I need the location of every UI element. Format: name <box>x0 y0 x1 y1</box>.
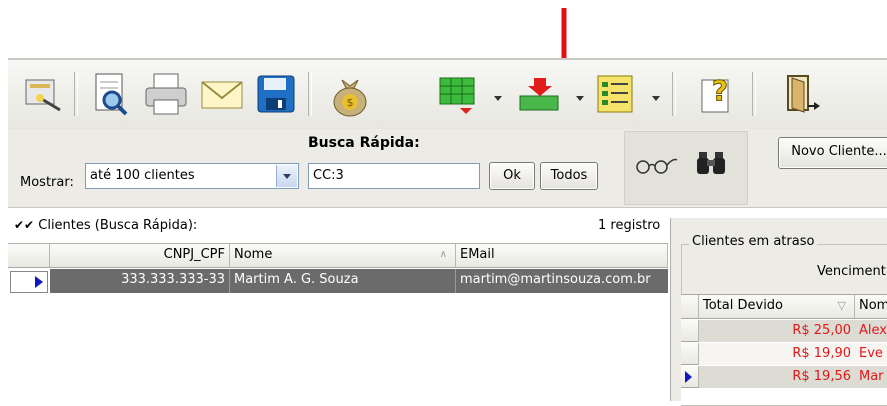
all-button[interactable]: Todos <box>540 162 598 190</box>
overdue-title: Clientes em atraso <box>689 234 818 249</box>
show-select-value: até 100 clientes <box>90 168 195 183</box>
table-row[interactable]: 333.333.333-33 Martim A. G. Souza martim… <box>8 269 668 293</box>
row-pointer-icon <box>35 276 43 288</box>
cell-overdue-name[interactable]: Alex <box>855 320 887 342</box>
column-header-overdue-name[interactable]: Nom <box>855 295 887 319</box>
chevron-down-icon[interactable] <box>276 165 297 187</box>
cell-total[interactable]: R$ 25,00 <box>699 320 855 342</box>
grid-icon[interactable] <box>434 70 482 118</box>
search-panel: Busca Rápida: Mostrar: até 100 clientes … <box>8 129 887 208</box>
preview-icon[interactable] <box>86 70 134 118</box>
grid-corner <box>8 244 50 268</box>
clients-caption: ✔✔ Clientes (Busca Rápida): <box>14 218 197 233</box>
show-select[interactable]: até 100 clientes <box>85 163 299 189</box>
svg-text:?: ? <box>712 74 728 107</box>
help-icon[interactable]: ? <box>694 70 742 118</box>
new-client-button[interactable]: Novo Cliente... <box>778 137 887 169</box>
column-header-total-label: Total Devido <box>703 298 784 313</box>
overdue-subheader: Venciment <box>817 264 886 279</box>
show-label: Mostrar: <box>20 175 74 190</box>
search-title: Busca Rápida: <box>308 135 420 151</box>
column-header-name[interactable]: Nome ∧ <box>230 244 456 268</box>
row-selector[interactable] <box>681 366 699 388</box>
column-header-name-label: Nome <box>234 247 273 262</box>
list-dropdown-icon[interactable] <box>652 96 660 101</box>
overdue-panel: Clientes em atraso Venciment Total Devid… <box>670 218 887 406</box>
save-icon[interactable] <box>252 70 300 118</box>
cell-cnpj[interactable]: 333.333.333-33 <box>50 269 230 293</box>
column-header-email[interactable]: EMail <box>456 244 668 268</box>
svg-text:$: $ <box>347 96 354 109</box>
column-header-total[interactable]: Total Devido ▽ <box>699 295 855 319</box>
overdue-grid: Total Devido ▽ Nom R$ 25,00 Alex R$ 19,9… <box>681 294 887 405</box>
main-toolbar: $ ? <box>8 58 887 131</box>
cell-email[interactable]: martim@martinsouza.com.br <box>456 269 668 293</box>
grid-dropdown-icon[interactable] <box>494 96 502 101</box>
table-row[interactable]: R$ 19,56 Mar <box>681 366 887 388</box>
wand-icon[interactable] <box>20 70 68 118</box>
printer-icon[interactable] <box>142 70 190 118</box>
exit-door-icon[interactable] <box>778 70 826 118</box>
cell-overdue-name[interactable]: Mar <box>855 366 887 388</box>
search-tools-group <box>624 131 748 205</box>
binoculars-icon[interactable] <box>695 148 729 176</box>
cell-total[interactable]: R$ 19,56 <box>699 366 855 388</box>
clients-count: 1 registro <box>598 218 661 233</box>
cell-name[interactable]: Martim A. G. Souza <box>230 269 456 293</box>
double-check-icon: ✔✔ <box>14 218 35 232</box>
cell-overdue-name[interactable]: Eve <box>855 343 887 365</box>
row-pointer-icon <box>685 371 692 383</box>
export-icon[interactable] <box>516 70 564 118</box>
filter-icon: ▽ <box>837 299 846 312</box>
cell-total[interactable]: R$ 19,90 <box>699 343 855 365</box>
export-dropdown-icon[interactable] <box>576 96 584 101</box>
sort-asc-icon: ∧ <box>439 249 447 260</box>
overdue-grid-corner <box>681 295 699 319</box>
ok-button[interactable]: Ok <box>489 162 535 190</box>
row-indicator[interactable] <box>10 271 48 293</box>
list-icon[interactable] <box>592 70 640 118</box>
column-header-cnpj[interactable]: CNPJ_CPF <box>50 244 230 268</box>
table-row[interactable]: R$ 25,00 Alex <box>681 320 887 342</box>
clients-grid: CNPJ_CPF Nome ∧ EMail 333.333.333-33 Mar… <box>8 243 668 402</box>
envelope-icon[interactable] <box>198 70 246 118</box>
clients-title: Clientes (Busca Rápida): <box>38 218 198 233</box>
table-row[interactable]: R$ 19,90 Eve <box>681 343 887 365</box>
row-selector[interactable] <box>681 343 699 365</box>
row-selector[interactable] <box>681 320 699 342</box>
money-bag-icon[interactable]: $ <box>326 70 374 118</box>
search-input[interactable]: CC:3 <box>308 163 480 189</box>
glasses-icon[interactable] <box>633 154 679 176</box>
